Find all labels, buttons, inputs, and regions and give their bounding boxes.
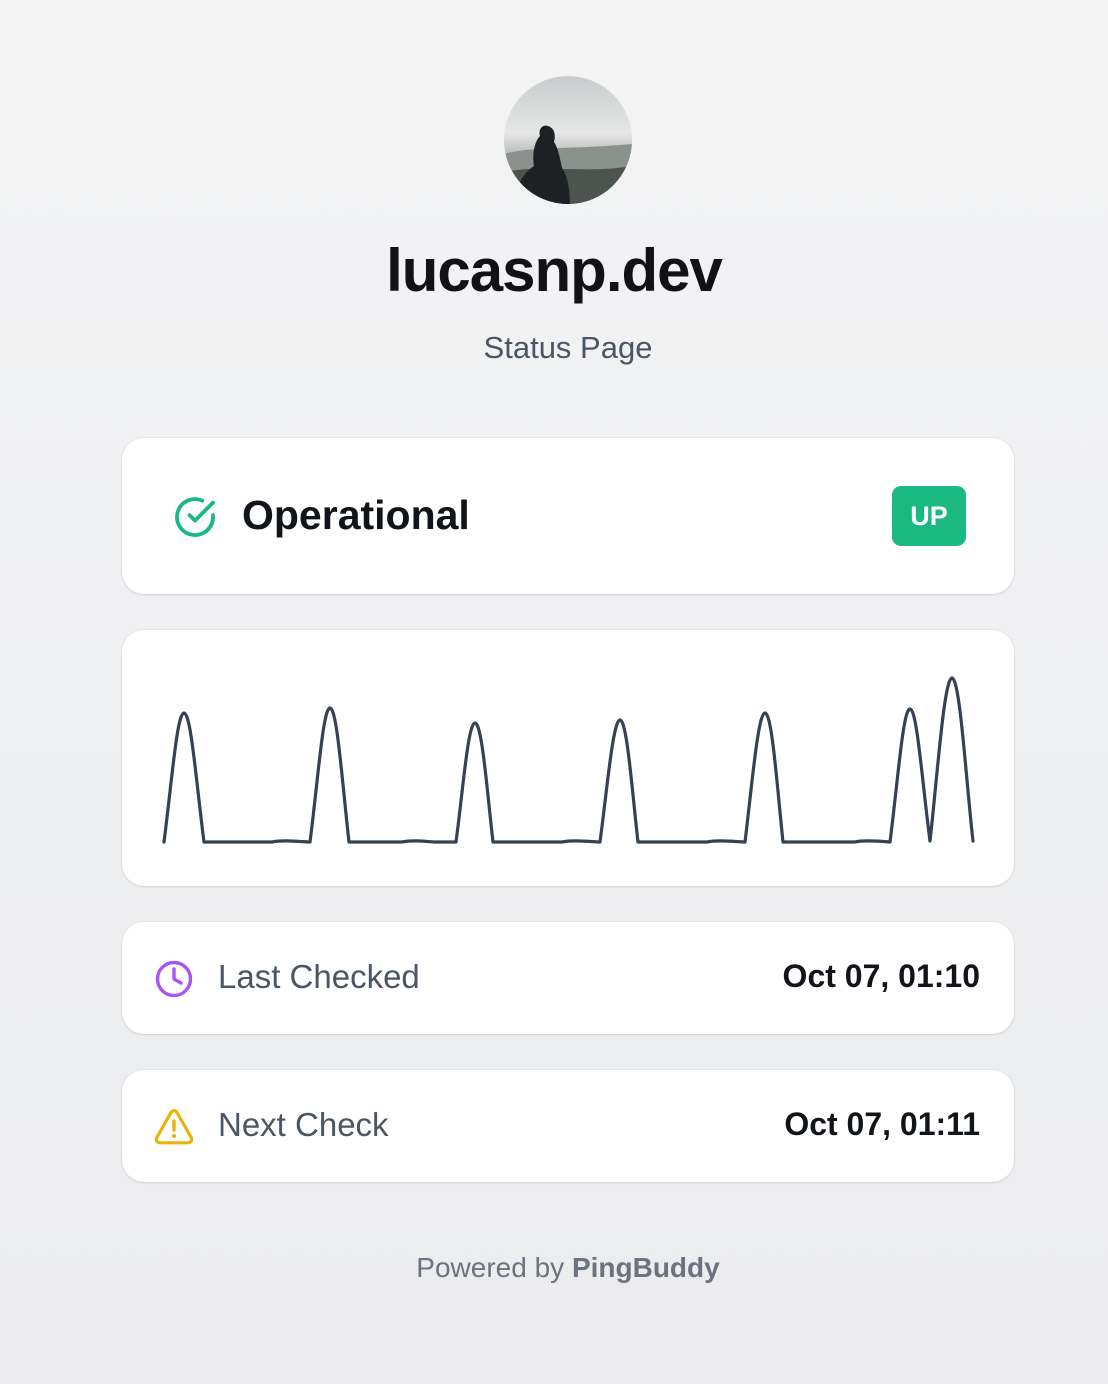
- status-card: Operational UP: [122, 438, 1014, 594]
- page-subtitle: Status Page: [483, 330, 653, 365]
- status-label: Operational: [242, 492, 470, 538]
- response-time-chart: [162, 676, 975, 844]
- avatar: [504, 76, 632, 204]
- check-circle-icon: [175, 497, 215, 537]
- next-check-card: Next Check Oct 07, 01:11: [122, 1070, 1014, 1182]
- warning-icon: [154, 1109, 194, 1145]
- uptime-chart-card: [122, 630, 1014, 886]
- next-check-label: Next Check: [218, 1106, 389, 1143]
- footer-brand-link[interactable]: PingBuddy: [572, 1252, 720, 1283]
- avatar-photo: [504, 76, 632, 204]
- last-checked-value: Oct 07, 01:10: [782, 958, 980, 994]
- page-title: lucasnp.dev: [386, 237, 723, 304]
- chart-series-line: [162, 676, 975, 844]
- clock-icon: [155, 960, 193, 998]
- last-checked-card: Last Checked Oct 07, 01:10: [122, 922, 1014, 1034]
- last-checked-label: Last Checked: [218, 958, 420, 995]
- status-badge[interactable]: UP: [892, 486, 966, 546]
- footer: Powered by PingBuddy: [0, 1252, 1108, 1284]
- next-check-value: Oct 07, 01:11: [784, 1106, 980, 1142]
- footer-prefix: Powered by: [416, 1252, 572, 1283]
